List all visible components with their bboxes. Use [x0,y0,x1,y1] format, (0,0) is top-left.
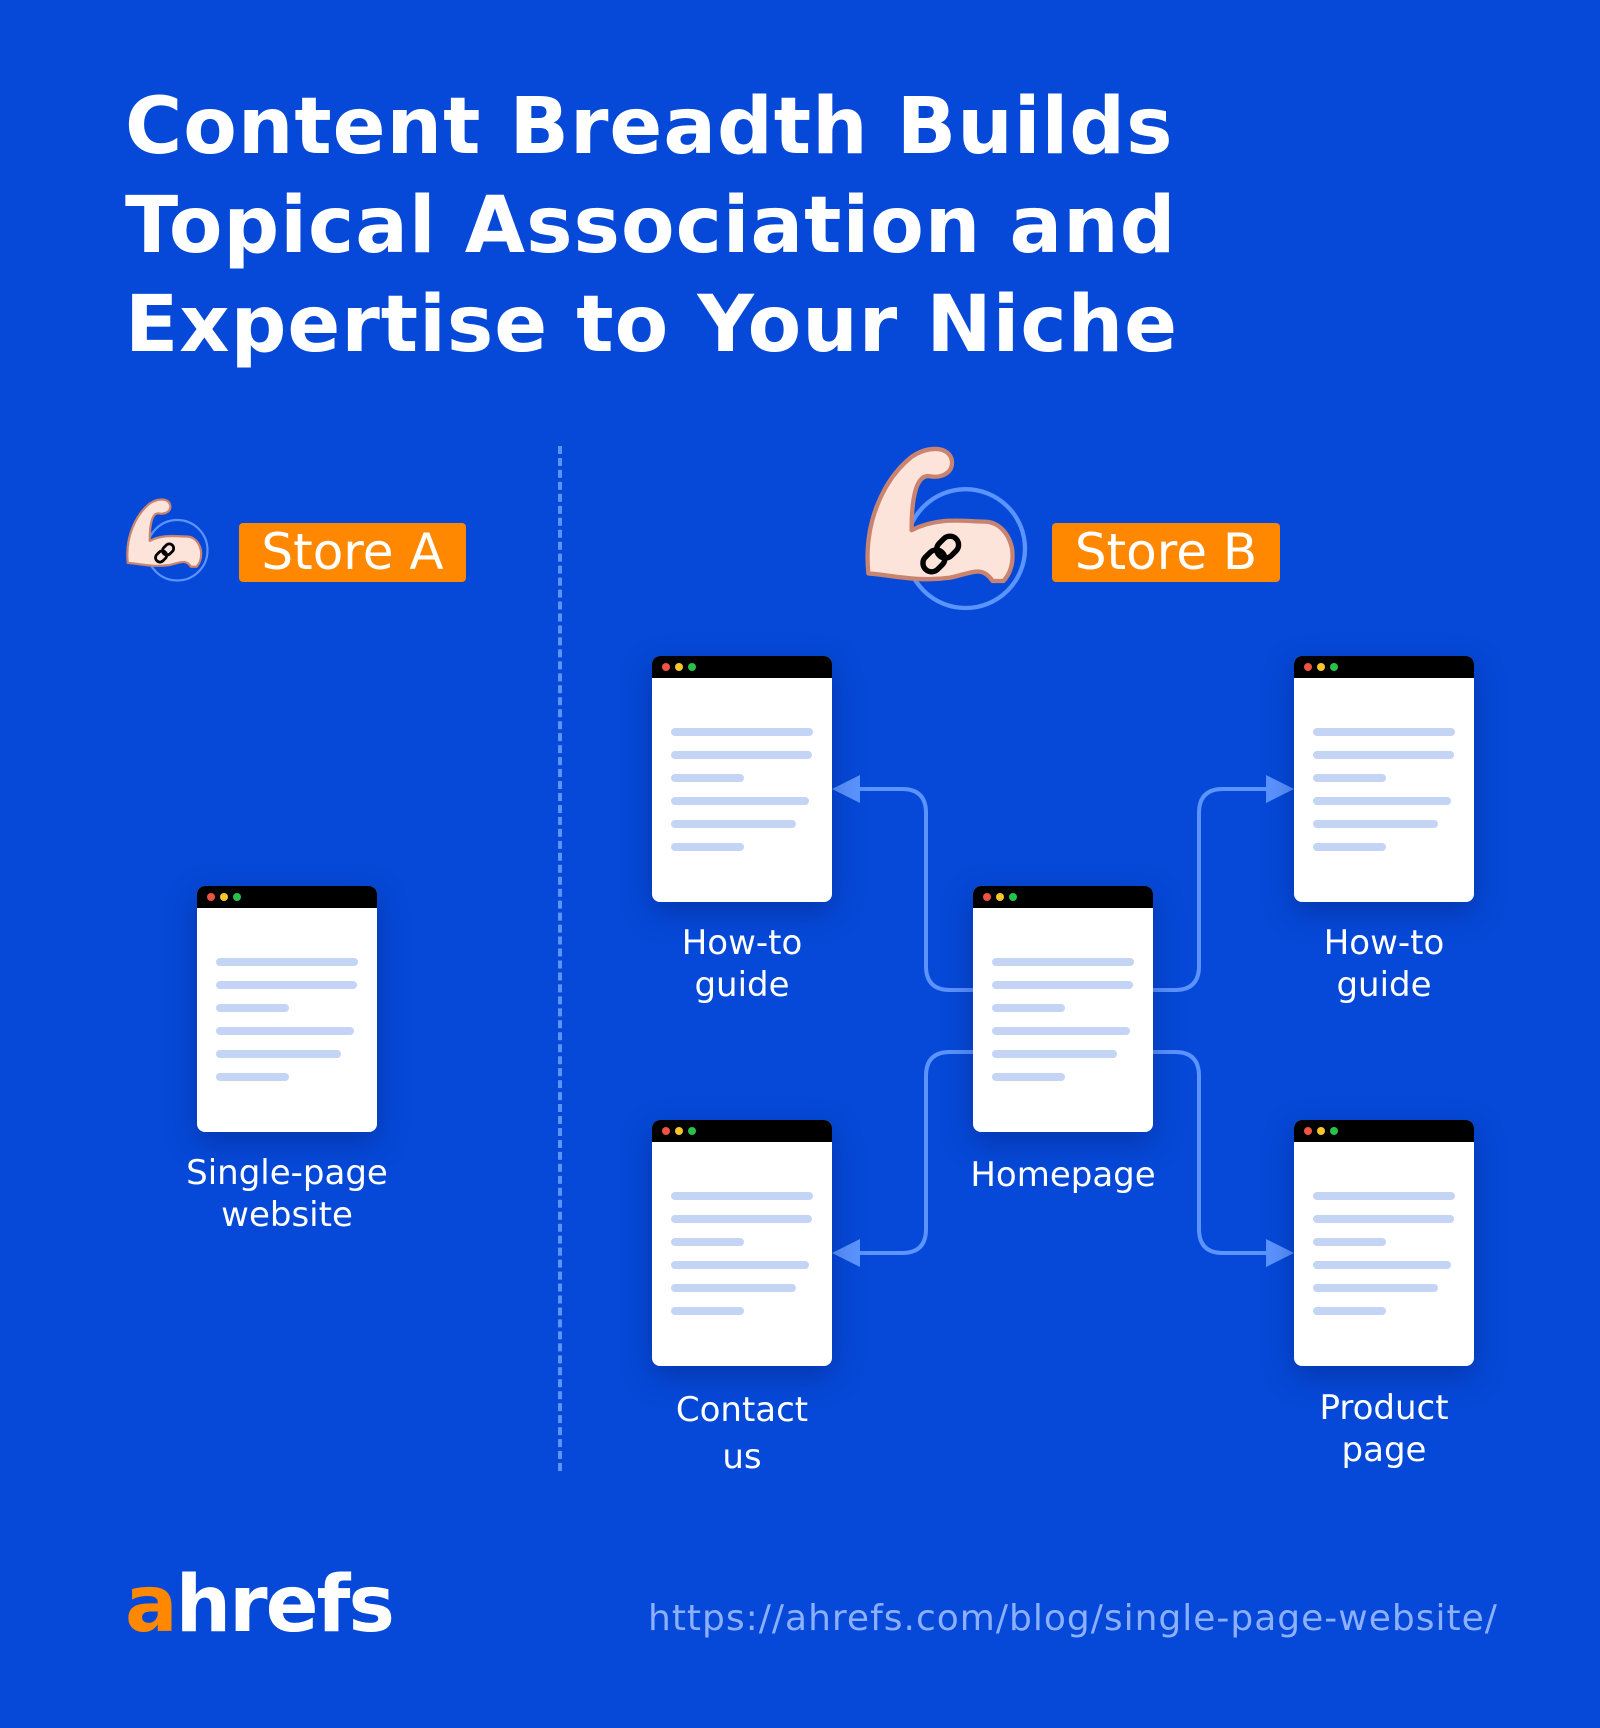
label-line: Contact [675,1390,809,1430]
text-placeholder-line [1313,1261,1451,1269]
window-dot-icon [1330,1127,1338,1135]
label-line: guide [1336,965,1432,1005]
arrow-homepage-to-product [1153,1050,1276,1255]
text-placeholder-line [216,1050,341,1058]
label-line: us [722,1437,762,1477]
window-dot-icon [662,663,670,671]
single-page-label: Single-page website [157,1152,417,1236]
howto-guide-right-page [1294,656,1474,902]
window-dot-icon [688,1127,696,1135]
text-placeholder-line [1313,1192,1455,1200]
text-placeholder-line [671,1215,812,1223]
text-placeholder-line [1313,1307,1386,1315]
logo-rest: hrefs [175,1560,395,1650]
label-line: Single-page [186,1153,388,1193]
text-placeholder-line [671,820,796,828]
window-dot-icon [675,663,683,671]
window-dot-icon [1304,1127,1312,1135]
browser-bar [1294,656,1474,678]
text-placeholder-line [216,1073,289,1081]
window-dot-icon [675,1127,683,1135]
store-b-arm-icon [868,449,1025,608]
text-placeholder-line [671,728,813,736]
homepage-page [973,886,1153,1132]
window-dot-icon [1330,663,1338,671]
text-placeholder-line [992,958,1134,966]
browser-bar [652,656,832,678]
source-url: https://ahrefs.com/blog/single-page-webs… [648,1598,1498,1639]
window-dot-icon [996,893,1004,901]
text-placeholder-line [1313,1284,1438,1292]
label-line: guide [694,965,790,1005]
window-dot-icon [1317,1127,1325,1135]
window-dot-icon [220,893,228,901]
text-placeholder-line [216,1027,354,1035]
label-line: page [1341,1430,1427,1470]
arrow-homepage-to-contact [850,1050,973,1255]
arrowhead-howto-left [832,775,860,803]
text-placeholder-line [1313,751,1454,759]
label-line: How-to [681,923,803,963]
window-dot-icon [688,663,696,671]
text-placeholder-line [671,843,744,851]
browser-bar [1294,1120,1474,1142]
text-placeholder-line [671,751,812,759]
label-line: website [221,1195,353,1235]
window-dot-icon [1009,893,1017,901]
text-placeholder-line [1313,843,1386,851]
store-b-badge: Store B [1052,523,1280,582]
dashed-divider [558,446,562,1471]
window-dot-icon [662,1127,670,1135]
arrowhead-contact [832,1239,860,1267]
homepage-label: Homepage [933,1154,1193,1196]
text-placeholder-line [671,797,809,805]
window-dot-icon [233,893,241,901]
browser-bar [197,886,377,908]
window-dot-icon [207,893,215,901]
text-placeholder-line [671,1238,744,1246]
text-placeholder-line [1313,1215,1454,1223]
text-placeholder-line [671,774,744,782]
text-placeholder-line [992,1073,1065,1081]
text-placeholder-line [992,1004,1065,1012]
text-placeholder-line [216,1004,289,1012]
text-placeholder-line [1313,728,1455,736]
logo-a: a [125,1560,178,1650]
store-a-badge: Store A [239,523,466,582]
arrowhead-howto-right [1266,775,1294,803]
label-line: Product [1319,1388,1449,1428]
store-a-arm-icon [125,498,209,582]
howto-guide-left-page [652,656,832,902]
window-dot-icon [983,893,991,901]
text-placeholder-line [671,1284,796,1292]
browser-bar [652,1120,832,1142]
text-placeholder-line [671,1192,813,1200]
window-dot-icon [1317,663,1325,671]
text-placeholder-line [1313,774,1386,782]
label-line: Homepage [970,1155,1156,1195]
howto-left-label: How-to guide [612,922,872,1006]
label-line: How-to [1323,923,1445,963]
howto-right-label: How-to guide [1254,922,1514,1006]
text-placeholder-line [992,981,1133,989]
contact-label: Contact us [612,1387,872,1481]
single-page-website-page [197,886,377,1132]
product-page [1294,1120,1474,1366]
text-placeholder-line [1313,820,1438,828]
text-placeholder-line [671,1261,809,1269]
arrowhead-product [1266,1239,1294,1267]
ahrefs-logo: ahrefs [125,1560,395,1650]
product-label: Product page [1254,1387,1514,1471]
text-placeholder-line [992,1027,1130,1035]
text-placeholder-line [1313,1238,1386,1246]
text-placeholder-line [1313,797,1451,805]
text-placeholder-line [216,981,357,989]
text-placeholder-line [671,1307,744,1315]
browser-bar [973,886,1153,908]
text-placeholder-line [216,958,358,966]
contact-us-page [652,1120,832,1366]
window-dot-icon [1304,663,1312,671]
text-placeholder-line [992,1050,1117,1058]
